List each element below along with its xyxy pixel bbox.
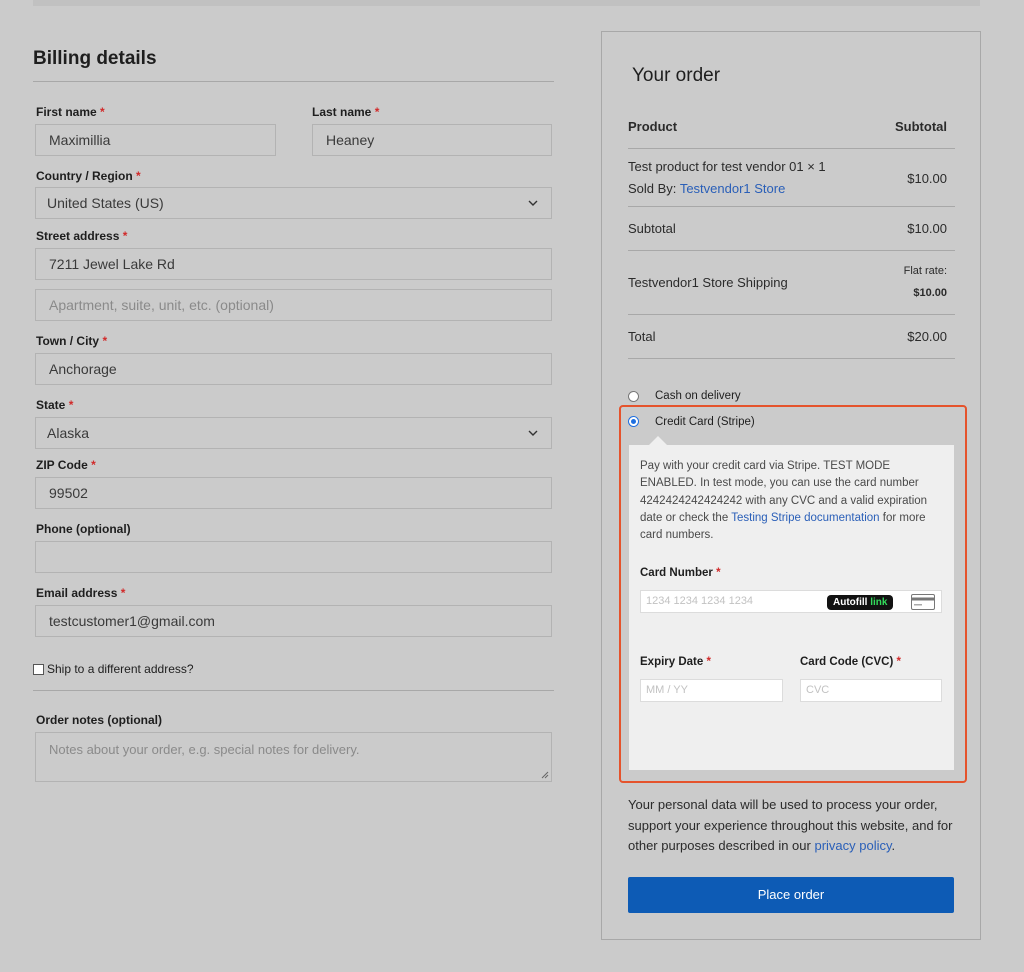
- stripe-label[interactable]: Credit Card (Stripe): [655, 416, 755, 428]
- card-number-placeholder: 1234 1234 1234 1234: [646, 595, 754, 607]
- phone-label: Phone (optional): [36, 522, 131, 536]
- cod-radio[interactable]: [628, 391, 639, 402]
- state-select[interactable]: Alaska: [35, 417, 552, 449]
- col-subtotal: Subtotal: [895, 119, 947, 134]
- card-number-label: Card Number *: [640, 567, 721, 579]
- card-number-field[interactable]: 1234 1234 1234 1234 Autofill link: [640, 590, 942, 613]
- street-label: Street address *: [36, 229, 128, 243]
- billing-title: Billing details: [33, 48, 157, 69]
- first-name-field[interactable]: Maximillia: [35, 124, 276, 156]
- state-value: Alaska: [47, 425, 90, 441]
- state-label: State *: [36, 398, 74, 412]
- privacy-policy-link[interactable]: privacy policy: [814, 838, 891, 853]
- last-name-label: Last name *: [312, 105, 380, 119]
- billing-divider: [33, 81, 554, 82]
- first-name-label: First name *: [36, 105, 105, 119]
- order-table-header: Product Subtotal: [628, 118, 955, 149]
- order-title: Your order: [632, 65, 721, 86]
- order-item-row: Test product for test vendor 01 × 1 Sold…: [628, 149, 955, 207]
- email-label: Email address *: [36, 586, 126, 600]
- order-notes-label: Order notes (optional): [36, 713, 162, 727]
- total-row: Total $20.00: [628, 315, 955, 359]
- shipping-divider: [33, 690, 554, 691]
- shipping-value: $10.00: [913, 287, 947, 299]
- country-select[interactable]: United States (US): [35, 187, 552, 219]
- country-value: United States (US): [47, 195, 164, 211]
- city-field[interactable]: Anchorage: [35, 353, 552, 385]
- ship-different-checkbox[interactable]: [33, 663, 44, 675]
- cod-label[interactable]: Cash on delivery: [655, 390, 741, 402]
- zip-field[interactable]: 99502: [35, 477, 552, 509]
- privacy-notice: Your personal data will be used to proce…: [628, 797, 953, 853]
- last-name-field[interactable]: Heaney: [312, 124, 552, 156]
- subtotal-row: Subtotal $10.00: [628, 207, 955, 251]
- expiry-field[interactable]: MM / YY: [640, 679, 783, 702]
- phone-field[interactable]: [35, 541, 552, 573]
- ship-different-option[interactable]: Ship to a different address?: [33, 662, 194, 676]
- cvc-field[interactable]: CVC: [800, 679, 942, 702]
- shipping-label: Testvendor1 Store Shipping: [628, 275, 788, 290]
- order-notes-placeholder: Notes about your order, e.g. special not…: [49, 742, 360, 757]
- zip-label: ZIP Code *: [36, 458, 96, 472]
- stripe-payment-box: Pay with your credit card via Stripe. TE…: [629, 436, 954, 770]
- order-notes-field[interactable]: Notes about your order, e.g. special not…: [35, 732, 552, 782]
- autofill-link-button[interactable]: Autofill link: [827, 595, 894, 610]
- street-address-field[interactable]: 7211 Jewel Lake Rd: [35, 248, 552, 280]
- shipping-row: Testvendor1 Store Shipping Flat rate: $1…: [628, 251, 955, 315]
- item-name: Test product for test vendor 01 × 1: [628, 159, 826, 174]
- total-label: Total: [628, 329, 656, 344]
- ship-different-label: Ship to a different address?: [47, 662, 194, 676]
- vendor-link[interactable]: Testvendor1 Store: [680, 181, 786, 196]
- cvc-label: Card Code (CVC) *: [800, 656, 901, 668]
- stripe-description: Pay with your credit card via Stripe. TE…: [640, 460, 928, 542]
- col-product: Product: [628, 119, 678, 134]
- city-label: Town / City *: [36, 334, 108, 348]
- item-price: $10.00: [907, 171, 947, 186]
- country-label: Country / Region *: [36, 169, 141, 183]
- testing-docs-link[interactable]: Testing Stripe documentation: [731, 512, 879, 524]
- credit-card-icon: [911, 594, 935, 610]
- total-value: $20.00: [907, 329, 947, 344]
- chevron-down-icon: [528, 200, 538, 206]
- email-field[interactable]: testcustomer1@gmail.com: [35, 605, 552, 637]
- top-bar: [33, 0, 980, 6]
- billing-section: Billing details: [33, 48, 554, 82]
- shipping-method: Flat rate:: [903, 265, 947, 277]
- stripe-radio[interactable]: [628, 416, 639, 427]
- chevron-down-icon: [528, 430, 538, 436]
- resize-grip-icon[interactable]: [541, 771, 549, 779]
- item-sold-by: Sold By: Testvendor1 Store: [628, 181, 786, 196]
- subtotal-value: $10.00: [907, 221, 947, 236]
- street-address-2-field[interactable]: Apartment, suite, unit, etc. (optional): [35, 289, 552, 321]
- subtotal-label: Subtotal: [628, 221, 676, 236]
- place-order-button[interactable]: Place order: [628, 877, 954, 913]
- expiry-label: Expiry Date *: [640, 656, 711, 668]
